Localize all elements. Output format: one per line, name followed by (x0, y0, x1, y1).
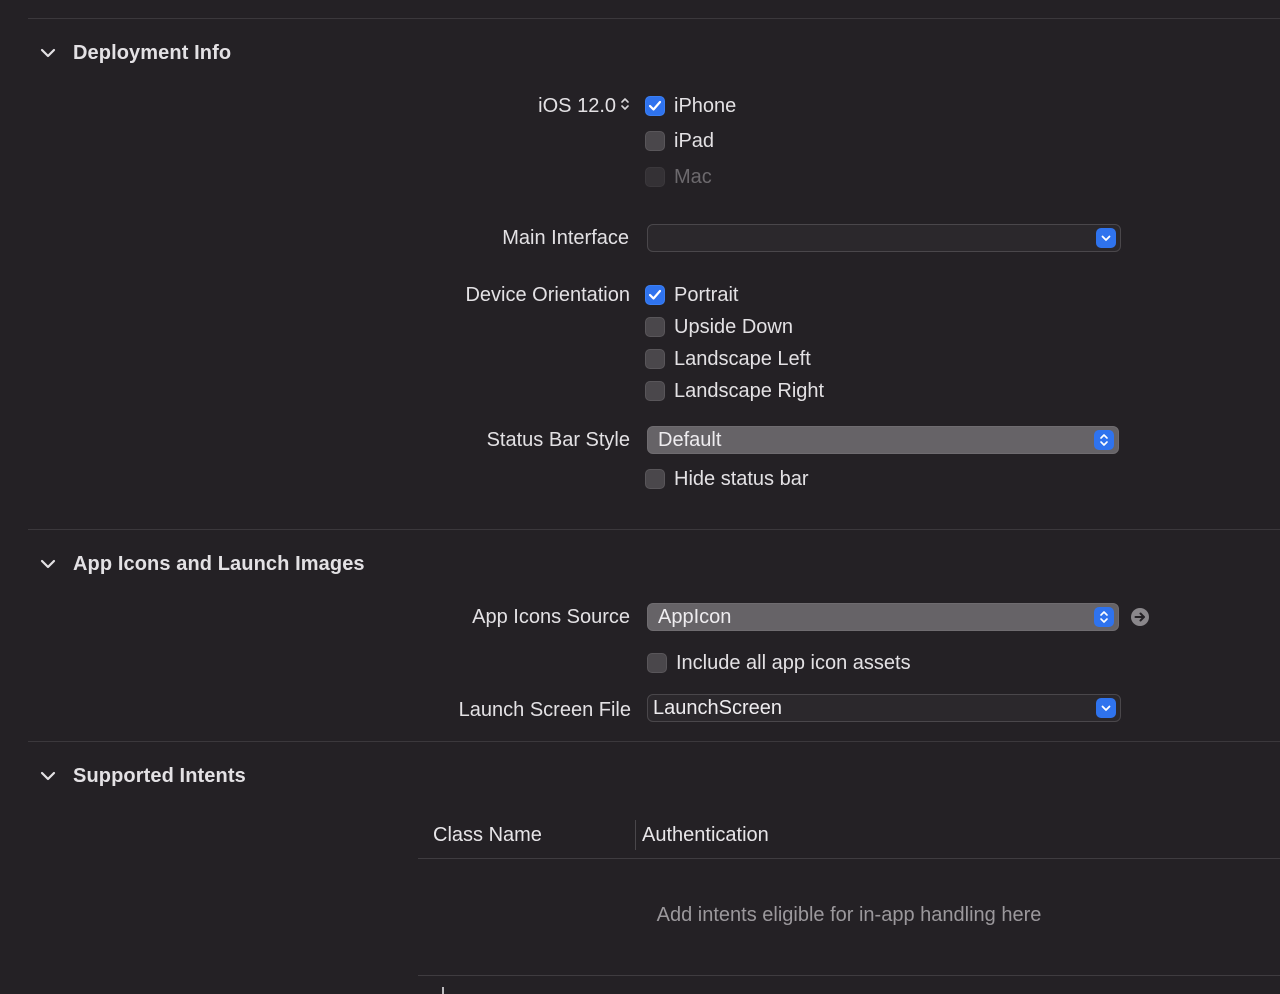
add-intent-button[interactable] (442, 987, 444, 994)
section-title: Deployment Info (73, 41, 232, 64)
status-bar-style-value: Default (658, 428, 722, 451)
column-header-class-name[interactable]: Class Name (433, 824, 542, 847)
checkmark-icon[interactable] (645, 96, 665, 116)
device-ipad-checkbox[interactable]: iPad (645, 130, 714, 152)
up-down-chevron-icon (1094, 430, 1114, 450)
ios-version-selector[interactable]: iOS 12.0 (520, 94, 630, 118)
launch-screen-file-value[interactable]: LaunchScreen (648, 697, 1096, 720)
orientation-upside-down-checkbox[interactable]: Upside Down (645, 316, 793, 338)
launch-screen-file-combobox[interactable]: LaunchScreen (647, 694, 1121, 722)
app-icons-source-value: AppIcon (658, 605, 732, 628)
checkmark-icon[interactable] (645, 285, 665, 305)
device-mac-checkbox: Mac (645, 166, 712, 188)
column-header-authentication[interactable]: Authentication (642, 824, 769, 847)
launch-screen-file-label: Launch Screen File (458, 699, 631, 721)
section-divider (28, 529, 1280, 530)
table-bottom-divider (418, 975, 1280, 976)
up-down-arrows-icon (620, 96, 630, 117)
checkbox-box[interactable] (645, 381, 665, 401)
chevron-down-icon[interactable] (38, 766, 58, 786)
hide-status-bar-label: Hide status bar (674, 467, 809, 490)
device-orientation-label: Device Orientation (465, 284, 630, 306)
top-divider (28, 18, 1280, 19)
main-interface-label: Main Interface (502, 227, 629, 249)
settings-pane: Deployment Info iOS 12.0 iPhone iPad Mac… (0, 0, 1280, 994)
checkbox-box[interactable] (647, 653, 667, 673)
up-down-chevron-icon (1094, 607, 1114, 627)
orientation-landscape-left-checkbox[interactable]: Landscape Left (645, 348, 811, 370)
orientation-portrait-checkbox[interactable]: Portrait (645, 284, 738, 306)
intents-table-header: Class Name Authentication (418, 818, 1280, 858)
orientation-label: Upside Down (674, 315, 793, 338)
chevron-down-icon[interactable] (38, 43, 58, 63)
chevron-down-icon[interactable] (1096, 698, 1116, 718)
orientation-label: Landscape Right (674, 379, 825, 402)
section-divider (28, 741, 1280, 742)
checkbox-box (645, 167, 665, 187)
section-title: Supported Intents (73, 764, 246, 787)
chevron-down-icon[interactable] (38, 554, 58, 574)
status-bar-style-label: Status Bar Style (486, 429, 630, 451)
device-label: iPad (674, 129, 715, 152)
checkbox-box[interactable] (645, 131, 665, 151)
include-all-icon-assets-checkbox[interactable]: Include all app icon assets (647, 652, 911, 674)
app-icons-source-label: App Icons Source (472, 606, 630, 628)
orientation-label: Portrait (674, 283, 739, 306)
chevron-down-icon[interactable] (1096, 228, 1116, 248)
checkbox-box[interactable] (645, 469, 665, 489)
table-header-divider (418, 858, 1280, 859)
device-label: iPhone (674, 94, 737, 117)
device-iphone-checkbox[interactable]: iPhone (645, 95, 736, 117)
status-bar-style-popup[interactable]: Default (647, 426, 1119, 454)
checkbox-box[interactable] (645, 317, 665, 337)
orientation-label: Landscape Left (674, 347, 811, 370)
column-separator[interactable] (635, 820, 636, 850)
hide-status-bar-checkbox[interactable]: Hide status bar (645, 468, 809, 490)
go-to-arrow-icon[interactable] (1130, 607, 1150, 627)
checkbox-box[interactable] (645, 349, 665, 369)
ios-version-value: iOS 12.0 (538, 94, 616, 117)
app-icons-source-popup[interactable]: AppIcon (647, 603, 1119, 631)
intents-empty-message: Add intents eligible for in-app handling… (656, 904, 1042, 926)
main-interface-combobox[interactable] (647, 224, 1121, 252)
app-icons-header[interactable]: App Icons and Launch Images (38, 552, 365, 576)
supported-intents-header[interactable]: Supported Intents (38, 764, 246, 788)
section-title: App Icons and Launch Images (73, 552, 365, 575)
deployment-info-header[interactable]: Deployment Info (38, 41, 231, 65)
device-label: Mac (674, 165, 712, 188)
include-all-label: Include all app icon assets (676, 651, 911, 674)
orientation-landscape-right-checkbox[interactable]: Landscape Right (645, 380, 824, 402)
